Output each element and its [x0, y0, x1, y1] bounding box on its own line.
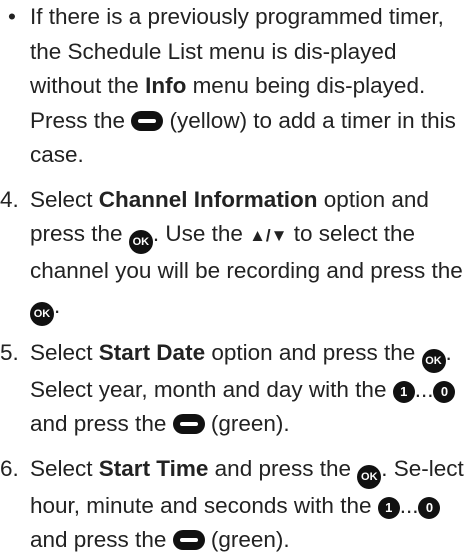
- step-6-text-1: Select: [30, 455, 99, 481]
- ok-button-icon: OK: [357, 464, 382, 489]
- step-5-number: 5.: [0, 339, 19, 365]
- step-4: 4. Select Channel Information option and…: [0, 183, 469, 326]
- step-6: 6. Select Start Time and press the OK. S…: [0, 452, 469, 558]
- ok-button-icon: OK: [421, 348, 446, 373]
- bullet-note: • If there is a previously programmed ti…: [0, 0, 469, 173]
- info-menu-term: Info: [145, 73, 187, 98]
- step-5-text-2: option and press the: [205, 339, 422, 365]
- yellow-color-key-icon: [131, 110, 164, 131]
- number-range-ellipsis: ...: [399, 492, 419, 518]
- step-6-number: 6.: [0, 455, 19, 481]
- number-range-ellipsis: ...: [414, 376, 434, 402]
- step-5: 5. Select Start Date option and press th…: [0, 336, 469, 442]
- green-color-key-icon: [172, 530, 205, 550]
- channel-information-term: Channel Information: [98, 186, 318, 212]
- number-key-0-icon: 0: [433, 380, 456, 403]
- ok-button-icon: OK: [128, 230, 153, 254]
- manual-page: • If there is a previously programmed ti…: [0, 0, 469, 558]
- number-key-1-icon: 1: [377, 496, 400, 519]
- step-5-text-4: and press the: [30, 411, 173, 436]
- step-4-text-5: .: [54, 292, 61, 318]
- number-key-0-icon: 0: [418, 496, 441, 519]
- ok-button-icon: OK: [30, 301, 54, 326]
- bullet-marker: •: [8, 4, 16, 29]
- step-6-text-4: and press the: [30, 527, 173, 552]
- number-key-1-icon: 1: [392, 380, 415, 403]
- up-down-arrows-icon: ▲/▼: [249, 226, 288, 245]
- start-date-term: Start Date: [98, 339, 206, 365]
- step-5-text-5: (green).: [204, 411, 290, 436]
- start-time-term: Start Time: [98, 455, 209, 481]
- step-6-text-2: and press the: [208, 455, 358, 481]
- step-5-text-1: Select: [30, 339, 99, 365]
- step-4-text-1: Select: [30, 186, 99, 212]
- green-color-key-icon: [172, 414, 205, 434]
- step-6-text-5: (green).: [204, 527, 290, 552]
- step-4-text-3: . Use the: [152, 221, 250, 246]
- step-4-number: 4.: [0, 186, 19, 212]
